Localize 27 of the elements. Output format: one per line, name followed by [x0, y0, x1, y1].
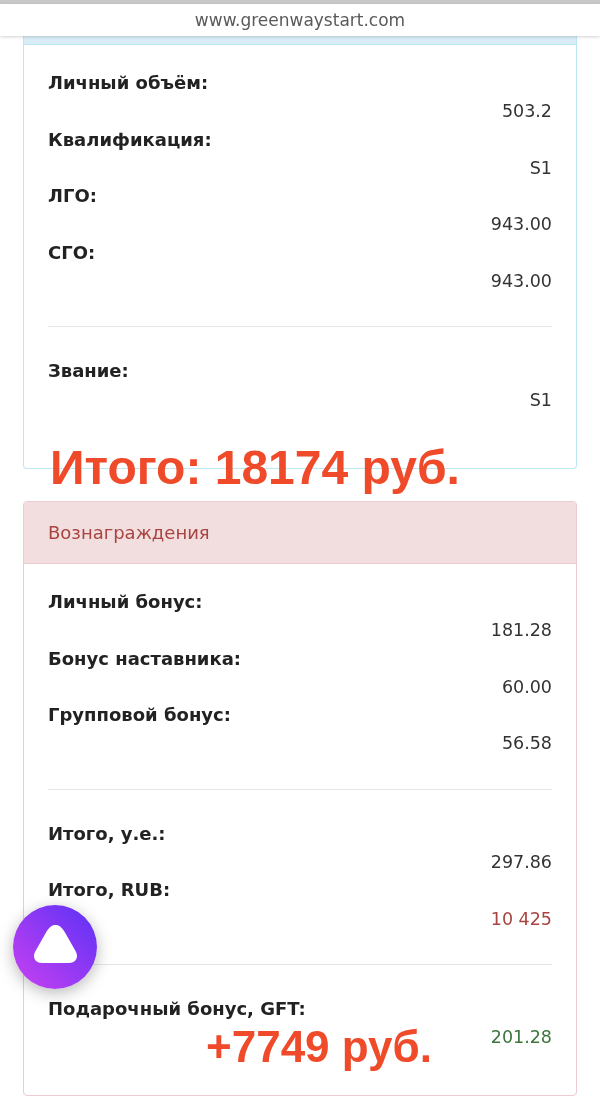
annotation-text: Итого: 18174 руб. [50, 443, 460, 492]
annotation-text: +7749 руб. [206, 1024, 432, 1069]
field-value: 201.28 [490, 1026, 552, 1050]
address-bar[interactable]: www.greenwaystart.com [0, 4, 600, 36]
field-value: 181.28 [490, 619, 552, 643]
field-value: 503.2 [501, 100, 552, 124]
field-label: Звание: [48, 359, 129, 384]
field-label: Подарочный бонус, GFT: [48, 996, 306, 1021]
field-value: 943.00 [490, 270, 552, 294]
field-label: Групповой бонус: [48, 703, 231, 728]
field-label: СГО: [48, 240, 96, 265]
field-label: Итого, у.е.: [48, 821, 166, 846]
field-label: Бонус наставника: [48, 646, 242, 671]
field-value: 943.00 [490, 213, 552, 237]
rounded-triangle-icon [32, 924, 78, 964]
field-label: Личный бонус: [48, 589, 203, 614]
field-value: 60.00 [501, 675, 552, 699]
field-label: Личный объём: [48, 71, 209, 95]
field-value: S1 [529, 156, 552, 180]
field-value: S1 [529, 388, 552, 412]
panel-heading: Вознаграждения [24, 501, 576, 564]
field-value: 297.86 [490, 851, 552, 875]
field-label: Квалификация: [48, 127, 212, 152]
field-label: Итого, RUB: [48, 878, 171, 903]
field-value: 10 425 [490, 907, 552, 931]
field-label: ЛГО: [48, 184, 97, 209]
field-value: 56.58 [501, 732, 552, 756]
